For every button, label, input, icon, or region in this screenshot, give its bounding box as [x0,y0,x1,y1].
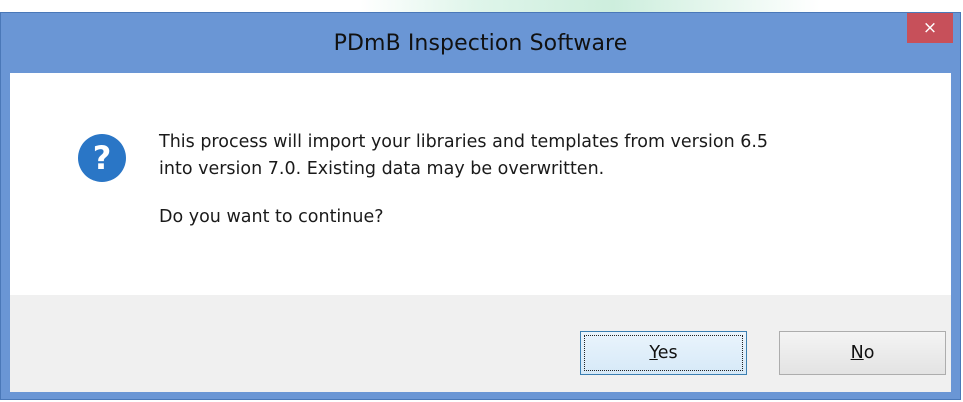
close-button[interactable]: × [907,13,953,43]
dialog-message: This process will import your libraries … [159,129,919,231]
no-button[interactable]: No [779,331,946,375]
no-mnemonic: N [850,343,864,363]
svg-text:?: ? [93,139,112,177]
message-line-1: This process will import your libraries … [159,132,769,152]
dialog-content: ? This process will import your librarie… [10,73,951,295]
no-button-label: No [851,343,875,363]
no-label-rest: o [863,343,875,363]
yes-button[interactable]: Yes [580,331,747,375]
close-icon: × [922,18,938,38]
message-dialog: PDmB Inspection Software × ? This proces… [0,12,961,400]
message-question: Do you want to continue? [159,207,384,227]
dialog-button-bar: Yes No [10,295,951,392]
focus-ring [584,335,743,371]
dialog-titlebar[interactable]: PDmB Inspection Software [1,13,960,73]
dialog-title: PDmB Inspection Software [333,30,628,56]
question-icon: ? [78,134,126,182]
message-line-2: into version 7.0. Existing data may be o… [159,159,605,179]
